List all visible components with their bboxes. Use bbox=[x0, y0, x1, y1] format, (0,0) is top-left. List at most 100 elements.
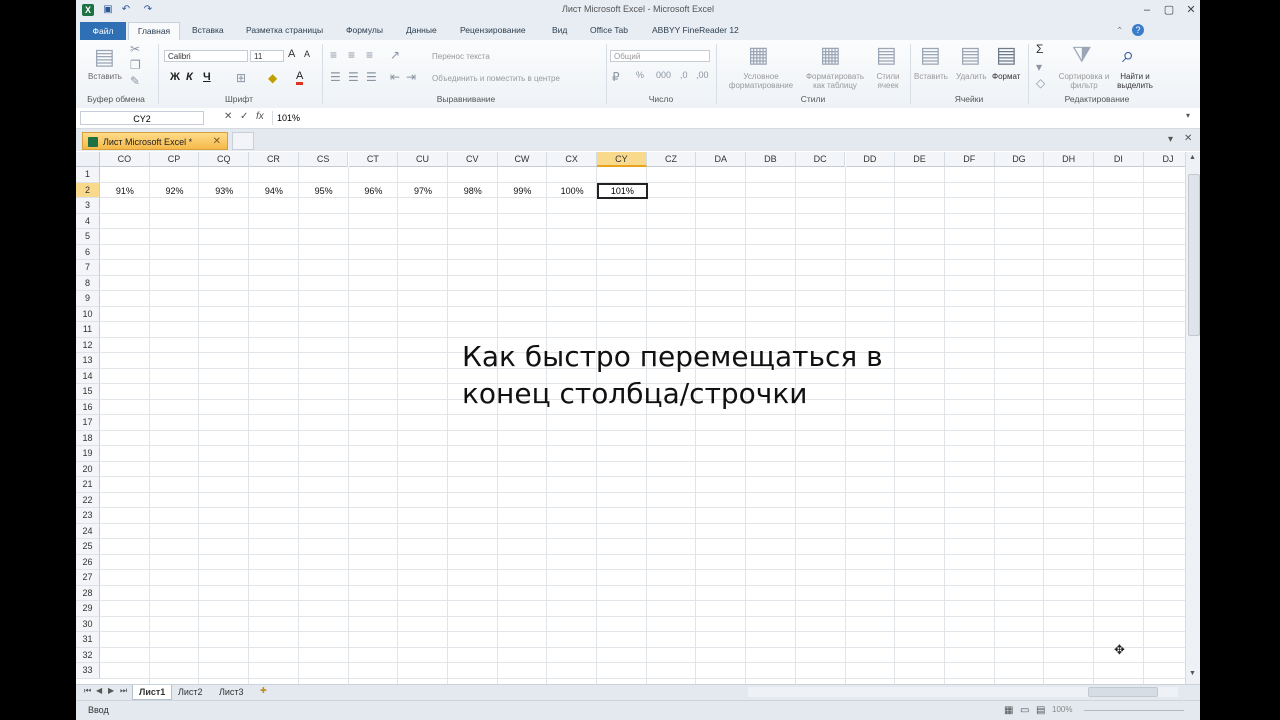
confirm-entry-icon[interactable]: ✓ bbox=[240, 111, 248, 122]
column-header[interactable]: CP bbox=[149, 152, 200, 167]
tab-file[interactable]: Файл bbox=[80, 22, 126, 40]
wrap-text-button[interactable]: Перенос текста bbox=[432, 52, 490, 61]
row-header[interactable]: 17 bbox=[76, 415, 100, 431]
row-header[interactable]: 15 bbox=[76, 384, 100, 400]
row-header[interactable]: 30 bbox=[76, 616, 100, 632]
row-header[interactable]: 32 bbox=[76, 647, 100, 663]
minimize-icon[interactable]: – bbox=[1138, 2, 1156, 18]
tab-data[interactable]: Данные bbox=[406, 25, 437, 35]
column-header[interactable]: CV bbox=[447, 152, 498, 167]
merge-center-button[interactable]: Объединить и поместить в центре bbox=[432, 74, 560, 83]
sheet-tab-1[interactable]: Лист1 bbox=[132, 685, 173, 700]
italic-button[interactable]: К bbox=[186, 71, 193, 83]
column-header[interactable]: CQ bbox=[199, 152, 250, 167]
column-header[interactable]: DD bbox=[845, 152, 896, 167]
decrease-indent-icon[interactable]: ⇤ bbox=[390, 70, 400, 84]
formula-input[interactable]: 101% bbox=[272, 111, 1182, 125]
row-header[interactable]: 26 bbox=[76, 554, 100, 570]
zoom-slider[interactable] bbox=[1084, 710, 1184, 711]
increase-indent-icon[interactable]: ⇥ bbox=[406, 70, 416, 84]
column-header[interactable]: CY bbox=[597, 152, 647, 167]
insert-cells-icon[interactable]: ▤ bbox=[920, 42, 941, 68]
row-header[interactable]: 24 bbox=[76, 523, 100, 539]
align-bottom-icon[interactable]: ≡ bbox=[366, 48, 373, 62]
cell[interactable]: 100% bbox=[547, 183, 597, 198]
column-header[interactable]: CX bbox=[547, 152, 597, 167]
cancel-entry-icon[interactable]: ✕ bbox=[224, 111, 232, 122]
row-header[interactable]: 21 bbox=[76, 477, 100, 493]
horizontal-scrollbar[interactable] bbox=[748, 687, 1178, 697]
horizontal-scroll-thumb[interactable] bbox=[1088, 687, 1158, 697]
column-header[interactable]: DE bbox=[895, 152, 945, 167]
page-break-view-icon[interactable]: ▤ bbox=[1036, 705, 1045, 716]
format-cells-icon[interactable]: ▤ bbox=[996, 42, 1017, 68]
insert-function-icon[interactable]: fx bbox=[256, 111, 264, 122]
row-header[interactable]: 5 bbox=[76, 229, 100, 245]
sheet-tab-2[interactable]: Лист2 bbox=[172, 685, 209, 699]
conditional-formatting-button[interactable]: Условное форматирование bbox=[721, 72, 801, 90]
row-header[interactable]: 33 bbox=[76, 663, 100, 679]
find-select-button[interactable]: Найти и выделить bbox=[1112, 72, 1158, 90]
row-header[interactable]: 4 bbox=[76, 213, 100, 229]
close-icon[interactable]: ✕ bbox=[1182, 2, 1200, 18]
vertical-scroll-thumb[interactable] bbox=[1188, 174, 1200, 336]
column-header[interactable]: CT bbox=[348, 152, 399, 167]
font-name-select[interactable]: Calibri bbox=[164, 50, 248, 62]
row-header[interactable]: 6 bbox=[76, 244, 100, 260]
autosum-icon[interactable]: Σ bbox=[1036, 42, 1043, 56]
document-tab[interactable]: Лист Microsoft Excel * ✕ bbox=[82, 132, 228, 150]
page-layout-view-icon[interactable]: ▭ bbox=[1020, 705, 1029, 716]
row-header[interactable]: 10 bbox=[76, 306, 100, 322]
align-middle-icon[interactable]: ≡ bbox=[348, 48, 355, 62]
cell[interactable]: 91% bbox=[100, 183, 150, 198]
tab-insert[interactable]: Вставка bbox=[192, 25, 224, 35]
last-sheet-icon[interactable]: ⏭ bbox=[120, 686, 127, 696]
column-header[interactable]: DA bbox=[696, 152, 747, 167]
column-header[interactable]: CS bbox=[298, 152, 349, 167]
paste-icon[interactable]: ▤ bbox=[94, 44, 115, 70]
select-all-corner[interactable] bbox=[76, 152, 100, 167]
align-left-icon[interactable]: ☰ bbox=[330, 70, 341, 84]
format-as-table-icon[interactable]: ▦ bbox=[820, 42, 841, 68]
cell[interactable]: 98% bbox=[448, 183, 498, 198]
underline-button[interactable]: Ч bbox=[203, 71, 211, 83]
conditional-formatting-icon[interactable]: ▦ bbox=[748, 42, 769, 68]
maximize-icon[interactable]: ▢ bbox=[1160, 2, 1178, 18]
tab-review[interactable]: Рецензирование bbox=[460, 25, 526, 35]
worksheet-grid[interactable]: CO CP CQ CR CS CT CU CV CW CX CY CZ DA DB DC DD DE DF DG DH… bbox=[76, 152, 1185, 684]
delete-cells-icon[interactable]: ▤ bbox=[960, 42, 981, 68]
row-header[interactable]: 14 bbox=[76, 368, 100, 384]
insert-cells-button[interactable]: Вставить bbox=[914, 72, 948, 81]
column-header[interactable]: DC bbox=[795, 152, 846, 167]
cell-styles-icon[interactable]: ▤ bbox=[876, 42, 897, 68]
orientation-icon[interactable]: ↗ bbox=[390, 48, 400, 62]
format-painter-icon[interactable]: ✎ bbox=[130, 74, 140, 88]
row-header[interactable]: 25 bbox=[76, 539, 100, 555]
row-header[interactable]: 28 bbox=[76, 585, 100, 601]
column-header[interactable]: DF bbox=[944, 152, 995, 167]
row-header[interactable]: 22 bbox=[76, 492, 100, 508]
shrink-font-icon[interactable]: A bbox=[304, 49, 310, 59]
row-header[interactable]: 27 bbox=[76, 570, 100, 586]
row-header[interactable]: 11 bbox=[76, 322, 100, 338]
sort-filter-button[interactable]: Сортировка и фильтр bbox=[1058, 72, 1110, 90]
cell-styles-button[interactable]: Стили ячеек bbox=[870, 72, 906, 90]
tab-list-icon[interactable]: ▾ bbox=[1168, 134, 1173, 145]
row-header[interactable]: 12 bbox=[76, 337, 100, 353]
column-header[interactable]: CO bbox=[100, 152, 150, 167]
clear-icon[interactable]: ◇ bbox=[1036, 76, 1045, 90]
prev-sheet-icon[interactable]: ◀ bbox=[96, 686, 102, 695]
normal-view-icon[interactable]: ▦ bbox=[1004, 705, 1013, 716]
tab-page-layout[interactable]: Разметка страницы bbox=[246, 25, 323, 35]
cut-icon[interactable]: ✂ bbox=[130, 42, 140, 56]
fill-color-icon[interactable]: ◆ bbox=[268, 71, 277, 85]
sort-filter-icon[interactable]: ⧩ bbox=[1072, 42, 1092, 68]
new-tab-button[interactable] bbox=[232, 132, 254, 150]
align-top-icon[interactable]: ≡ bbox=[330, 48, 337, 62]
cell[interactable]: 94% bbox=[249, 183, 299, 198]
align-right-icon[interactable]: ☰ bbox=[366, 70, 377, 84]
borders-icon[interactable]: ⊞ bbox=[236, 71, 246, 85]
thousands-icon[interactable]: 000 bbox=[656, 70, 671, 80]
expand-formula-bar-icon[interactable]: ▾ bbox=[1186, 111, 1190, 120]
fill-icon[interactable]: ▾ bbox=[1036, 60, 1042, 74]
